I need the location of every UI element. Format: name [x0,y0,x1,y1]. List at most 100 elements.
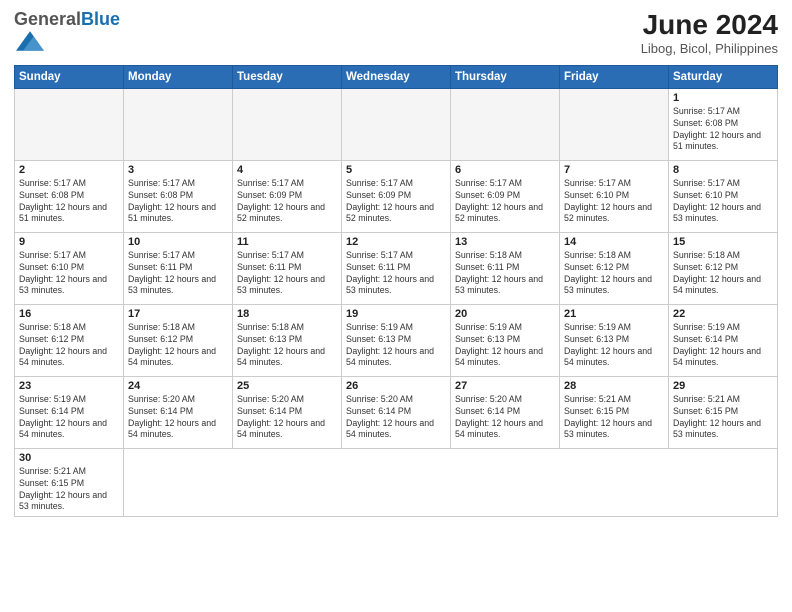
header-tuesday: Tuesday [233,65,342,88]
header-saturday: Saturday [669,65,778,88]
calendar-table: Sunday Monday Tuesday Wednesday Thursday… [14,65,778,518]
day-info: Sunrise: 5:17 AMSunset: 6:09 PMDaylight:… [237,178,337,226]
day-number: 9 [19,236,119,248]
table-row: 29 Sunrise: 5:21 AMSunset: 6:15 PMDayligh… [669,376,778,448]
day-number: 20 [455,308,555,320]
day-info: Sunrise: 5:17 AMSunset: 6:10 PMDaylight:… [564,178,664,226]
day-info: Sunrise: 5:18 AMSunset: 6:12 PMDaylight:… [564,250,664,298]
table-row: 8 Sunrise: 5:17 AMSunset: 6:10 PMDaylight… [669,160,778,232]
calendar-title: June 2024 [641,10,778,41]
table-row: 15 Sunrise: 5:18 AMSunset: 6:12 PMDayligh… [669,232,778,304]
table-row: 11 Sunrise: 5:17 AMSunset: 6:11 PMDayligh… [233,232,342,304]
day-number: 5 [346,164,446,176]
day-info: Sunrise: 5:17 AMSunset: 6:10 PMDaylight:… [19,250,119,298]
day-number: 6 [455,164,555,176]
table-row [124,88,233,160]
table-row: 10 Sunrise: 5:17 AMSunset: 6:11 PMDayligh… [124,232,233,304]
day-number: 21 [564,308,664,320]
table-row: 5 Sunrise: 5:17 AMSunset: 6:09 PMDaylight… [342,160,451,232]
day-number: 8 [673,164,773,176]
day-number: 14 [564,236,664,248]
header-thursday: Thursday [451,65,560,88]
logo-blue: Blue [81,9,120,29]
day-info: Sunrise: 5:20 AMSunset: 6:14 PMDaylight:… [128,394,228,442]
day-number: 7 [564,164,664,176]
day-info: Sunrise: 5:19 AMSunset: 6:14 PMDaylight:… [19,394,119,442]
table-row: 13 Sunrise: 5:18 AMSunset: 6:11 PMDayligh… [451,232,560,304]
day-info: Sunrise: 5:17 AMSunset: 6:08 PMDaylight:… [673,106,773,154]
day-info: Sunrise: 5:21 AMSunset: 6:15 PMDaylight:… [673,394,773,442]
day-number: 30 [19,452,119,464]
day-number: 25 [237,380,337,392]
day-number: 29 [673,380,773,392]
logo-general: General [14,9,81,29]
table-row: 16 Sunrise: 5:18 AMSunset: 6:12 PMDayligh… [15,304,124,376]
day-info: Sunrise: 5:17 AMSunset: 6:11 PMDaylight:… [237,250,337,298]
logo-icon [16,30,44,52]
day-number: 22 [673,308,773,320]
table-row [342,88,451,160]
day-number: 17 [128,308,228,320]
day-info: Sunrise: 5:17 AMSunset: 6:09 PMDaylight:… [455,178,555,226]
logo: GeneralBlue [14,10,120,57]
day-info: Sunrise: 5:17 AMSunset: 6:09 PMDaylight:… [346,178,446,226]
day-info: Sunrise: 5:19 AMSunset: 6:13 PMDaylight:… [455,322,555,370]
day-info: Sunrise: 5:18 AMSunset: 6:12 PMDaylight:… [673,250,773,298]
day-info: Sunrise: 5:19 AMSunset: 6:13 PMDaylight:… [346,322,446,370]
title-block: June 2024 Libog, Bicol, Philippines [641,10,778,56]
table-row: 28 Sunrise: 5:21 AMSunset: 6:15 PMDayligh… [560,376,669,448]
day-info: Sunrise: 5:21 AMSunset: 6:15 PMDaylight:… [19,466,119,514]
day-info: Sunrise: 5:18 AMSunset: 6:12 PMDaylight:… [128,322,228,370]
day-number: 2 [19,164,119,176]
table-row: 2Sunrise: 5:17 AMSunset: 6:08 PMDaylight… [15,160,124,232]
table-row: 4 Sunrise: 5:17 AMSunset: 6:09 PMDaylight… [233,160,342,232]
day-info: Sunrise: 5:17 AMSunset: 6:11 PMDaylight:… [346,250,446,298]
day-info: Sunrise: 5:17 AMSunset: 6:11 PMDaylight:… [128,250,228,298]
header-friday: Friday [560,65,669,88]
day-info: Sunrise: 5:18 AMSunset: 6:13 PMDaylight:… [237,322,337,370]
table-row: 30 Sunrise: 5:21 AMSunset: 6:15 PMDayligh… [15,448,124,517]
day-number: 13 [455,236,555,248]
day-info: Sunrise: 5:20 AMSunset: 6:14 PMDaylight:… [237,394,337,442]
day-info: Sunrise: 5:18 AMSunset: 6:11 PMDaylight:… [455,250,555,298]
header-sunday: Sunday [15,65,124,88]
table-row [233,88,342,160]
day-info: Sunrise: 5:18 AMSunset: 6:12 PMDaylight:… [19,322,119,370]
table-row: 7 Sunrise: 5:17 AMSunset: 6:10 PMDaylight… [560,160,669,232]
day-number: 26 [346,380,446,392]
table-row: 17 Sunrise: 5:18 AMSunset: 6:12 PMDayligh… [124,304,233,376]
header-monday: Monday [124,65,233,88]
day-number: 18 [237,308,337,320]
table-row: 23 Sunrise: 5:19 AMSunset: 6:14 PMDayligh… [15,376,124,448]
day-number: 3 [128,164,228,176]
day-number: 4 [237,164,337,176]
day-info: Sunrise: 5:21 AMSunset: 6:15 PMDaylight:… [564,394,664,442]
day-number: 15 [673,236,773,248]
calendar-subtitle: Libog, Bicol, Philippines [641,41,778,56]
table-row [15,88,124,160]
table-row: 3 Sunrise: 5:17 AMSunset: 6:08 PMDaylight… [124,160,233,232]
day-number: 11 [237,236,337,248]
table-row: 1Sunrise: 5:17 AMSunset: 6:08 PMDaylight… [669,88,778,160]
day-number: 10 [128,236,228,248]
day-info: Sunrise: 5:17 AMSunset: 6:08 PMDaylight:… [128,178,228,226]
header-wednesday: Wednesday [342,65,451,88]
day-info: Sunrise: 5:20 AMSunset: 6:14 PMDaylight:… [346,394,446,442]
day-number: 28 [564,380,664,392]
table-row: 14 Sunrise: 5:18 AMSunset: 6:12 PMDayligh… [560,232,669,304]
day-number: 12 [346,236,446,248]
header: GeneralBlue June 2024 Libog, Bicol, Phil… [14,10,778,57]
table-row: 21 Sunrise: 5:19 AMSunset: 6:13 PMDayligh… [560,304,669,376]
table-row: 24Sunrise: 5:20 AMSunset: 6:14 PMDayligh… [124,376,233,448]
table-row: 9 Sunrise: 5:17 AMSunset: 6:10 PMDaylight… [15,232,124,304]
day-number: 23 [19,380,119,392]
table-row: 20 Sunrise: 5:19 AMSunset: 6:13 PMDayligh… [451,304,560,376]
table-row [451,88,560,160]
day-info: Sunrise: 5:19 AMSunset: 6:13 PMDaylight:… [564,322,664,370]
table-row: 18 Sunrise: 5:18 AMSunset: 6:13 PMDayligh… [233,304,342,376]
page-container: GeneralBlue June 2024 Libog, Bicol, Phil… [0,0,792,523]
day-info: Sunrise: 5:17 AMSunset: 6:10 PMDaylight:… [673,178,773,226]
table-row: 22 Sunrise: 5:19 AMSunset: 6:14 PMDayligh… [669,304,778,376]
day-number: 16 [19,308,119,320]
day-info: Sunrise: 5:19 AMSunset: 6:14 PMDaylight:… [673,322,773,370]
